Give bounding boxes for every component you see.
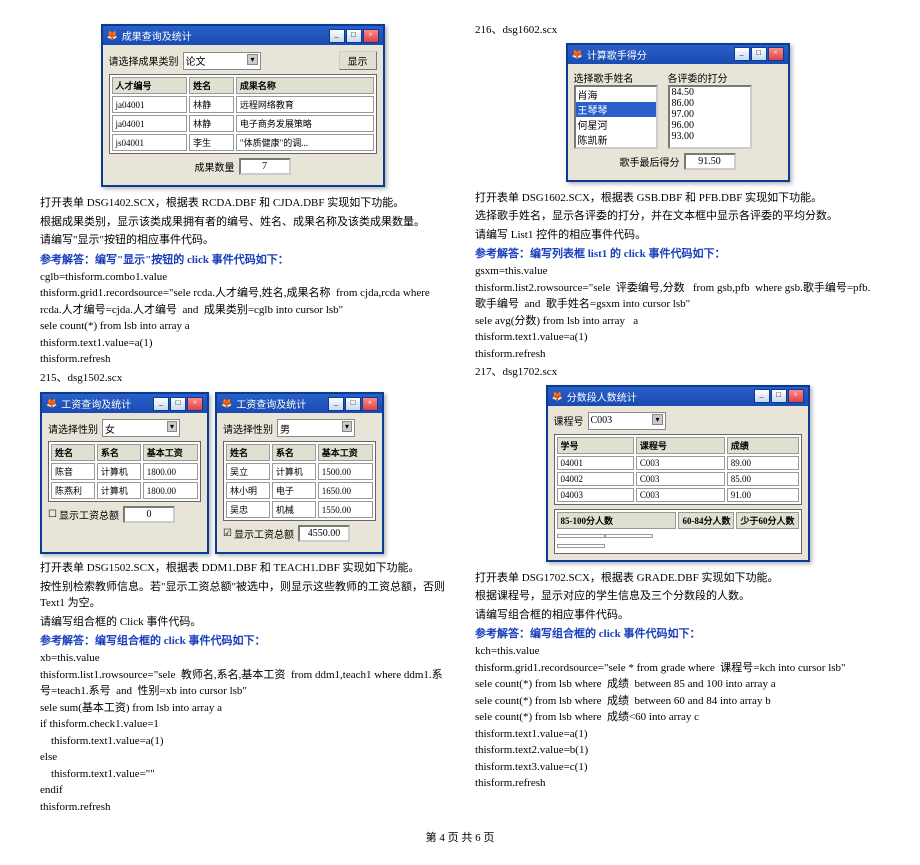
- score-listbox[interactable]: 84.50 86.00 97.00 96.00 93.00: [668, 85, 752, 149]
- titlebar[interactable]: 🦊 分数段人数统计 _□×: [548, 387, 808, 406]
- exercise-marker: 217、dsg1702.scx: [475, 364, 880, 381]
- final-value: 91.50: [684, 153, 736, 170]
- app-icon: 🦊: [552, 391, 563, 402]
- list2-label: 各评委的打分: [668, 70, 752, 85]
- app-icon: 🦊: [107, 30, 118, 41]
- code-block: xb=this.value thisform.list1.rowsource="…: [40, 650, 445, 815]
- description-text: 按性别检索教师信息。若"显示工资总额"被选中，则显示这些教师的工资总额，否则 T…: [40, 579, 445, 612]
- segment-grid: 85-100分人数60-84分人数少于60分人数: [554, 509, 802, 554]
- close-button[interactable]: ×: [187, 397, 203, 411]
- titlebar[interactable]: 🦊 工资查询及统计 _□×: [42, 394, 207, 413]
- maximize-button[interactable]: □: [771, 389, 787, 403]
- description-text: 打开表单 DSG1602.SCX，根据表 GSB.DBF 和 PFB.DBF 实…: [475, 190, 880, 207]
- titlebar[interactable]: 🦊 工资查询及统计 _□×: [217, 394, 382, 413]
- result-grid[interactable]: 人才编号姓名成果名称 ja04001林静远程网络教育 ja04001林静电子商务…: [109, 74, 377, 154]
- grade-grid[interactable]: 学号课程号成绩 04001C00389.00 04002C00385.00 04…: [554, 434, 802, 505]
- total-value: 0: [123, 506, 175, 523]
- final-label: 歌手最后得分: [620, 154, 680, 169]
- exercise-marker: 215、dsg1502.scx: [40, 370, 445, 387]
- answer-heading: 参考解答：编写列表框 list1 的 click 事件代码如下：: [475, 245, 880, 261]
- show-button[interactable]: 显示: [339, 51, 377, 70]
- maximize-button[interactable]: □: [751, 47, 767, 61]
- close-button[interactable]: ×: [362, 397, 378, 411]
- seg2-value: [605, 534, 653, 538]
- seg1-value: [557, 534, 605, 538]
- minimize-button[interactable]: _: [754, 389, 770, 403]
- code-block: gsxm=this.value thisform.list2.rowsource…: [475, 263, 880, 362]
- app-icon: 🦊: [221, 398, 232, 409]
- description-text: 选择歌手姓名，显示各评委的打分，并在文本框中显示各评委的平均分数。: [475, 208, 880, 225]
- dialog-singer: 🦊 计算歌手得分 _□× 选择歌手姓名 肖海 王琴琴 何星河 陈凯新 李明朗 孙…: [566, 43, 790, 182]
- minimize-button[interactable]: _: [153, 397, 169, 411]
- titlebar[interactable]: 🦊 成果查询及统计 _ □ ×: [103, 26, 383, 45]
- minimize-button[interactable]: _: [328, 397, 344, 411]
- description-text: 请编写组合框的相应事件代码。: [475, 607, 880, 624]
- window-title: 工资查询及统计: [61, 396, 131, 411]
- singer-listbox[interactable]: 肖海 王琴琴 何星河 陈凯新 李明朗 孙启民: [574, 85, 658, 149]
- minimize-button[interactable]: _: [734, 47, 750, 61]
- list1-label: 选择歌手姓名: [574, 70, 658, 85]
- description-text: 请编写"显示"按钮的相应事件代码。: [40, 232, 445, 249]
- titlebar[interactable]: 🦊 计算歌手得分 _□×: [568, 45, 788, 64]
- close-button[interactable]: ×: [788, 389, 804, 403]
- code-block: kch=this.value thisform.grid1.recordsour…: [475, 643, 880, 792]
- gender-combo[interactable]: 女: [102, 419, 180, 437]
- count-label: 成果数量: [195, 159, 235, 174]
- app-icon: 🦊: [572, 49, 583, 60]
- dialog-score-stat: 🦊 分数段人数统计 _□× 课程号C003 学号课程号成绩 04001C0038…: [546, 385, 810, 562]
- total-checkbox[interactable]: ☐ 显示工资总额: [48, 507, 119, 522]
- exercise-marker: 216、dsg1602.scx: [475, 22, 880, 39]
- description-text: 请编写组合框的 Click 事件代码。: [40, 614, 445, 631]
- maximize-button[interactable]: □: [346, 29, 362, 43]
- window-title: 工资查询及统计: [236, 396, 306, 411]
- salary-grid[interactable]: 姓名系名基本工资 陈音计算机1800.00 陈燕利计算机1800.00: [48, 441, 201, 502]
- description-text: 打开表单 DSG1502.SCX，根据表 DDM1.DBF 和 TEACH1.D…: [40, 560, 445, 577]
- total-checkbox[interactable]: ☑ 显示工资总额: [223, 526, 294, 541]
- description-text: 请编写 List1 控件的相应事件代码。: [475, 227, 880, 244]
- salary-grid[interactable]: 姓名系名基本工资 吴立计算机1500.00 林小明电子1650.00 吴忠机械1…: [223, 441, 376, 521]
- category-combo[interactable]: 论文: [183, 52, 261, 70]
- description-text: 根据成果类别，显示该类成果拥有者的编号、姓名、成果名称及该类成果数量。: [40, 214, 445, 231]
- minimize-button[interactable]: _: [329, 29, 345, 43]
- dialog-achievement: 🦊 成果查询及统计 _ □ × 请选择成果类别 论文 显示 人才编号姓名成果名称…: [101, 24, 385, 187]
- close-button[interactable]: ×: [768, 47, 784, 61]
- seg3-value: [557, 544, 605, 548]
- description-text: 根据课程号，显示对应的学生信息及三个分数段的人数。: [475, 588, 880, 605]
- app-icon: 🦊: [46, 398, 57, 409]
- maximize-button[interactable]: □: [170, 397, 186, 411]
- answer-heading: 参考解答：编写"显示"按钮的 click 事件代码如下：: [40, 251, 445, 267]
- answer-heading: 参考解答：编写组合框的 click 事件代码如下：: [475, 625, 880, 641]
- page-footer: 第 4 页 共 6 页: [40, 829, 880, 845]
- dialog-salary-b: 🦊 工资查询及统计 _□× 请选择性别男 姓名系名基本工资 吴立计算机1500.…: [215, 392, 384, 554]
- window-title: 计算歌手得分: [587, 47, 647, 62]
- total-value: 4550.00: [298, 525, 350, 542]
- course-combo[interactable]: C003: [588, 412, 666, 430]
- window-title: 分数段人数统计: [567, 389, 637, 404]
- description-text: 打开表单 DSG1402.SCX，根据表 RCDA.DBF 和 CJDA.DBF…: [40, 195, 445, 212]
- window-title: 成果查询及统计: [122, 28, 192, 43]
- description-text: 打开表单 DSG1702.SCX，根据表 GRADE.DBF 实现如下功能。: [475, 570, 880, 587]
- code-block: cglb=thisform.combo1.value thisform.grid…: [40, 269, 445, 368]
- answer-heading: 参考解答：编写组合框的 click 事件代码如下：: [40, 632, 445, 648]
- dialog-salary-a: 🦊 工资查询及统计 _□× 请选择性别女 姓名系名基本工资 陈音计算机1800.…: [40, 392, 209, 554]
- maximize-button[interactable]: □: [345, 397, 361, 411]
- combo-label: 请选择成果类别: [109, 53, 179, 68]
- close-button[interactable]: ×: [363, 29, 379, 43]
- gender-combo[interactable]: 男: [277, 419, 355, 437]
- count-value: 7: [239, 158, 291, 175]
